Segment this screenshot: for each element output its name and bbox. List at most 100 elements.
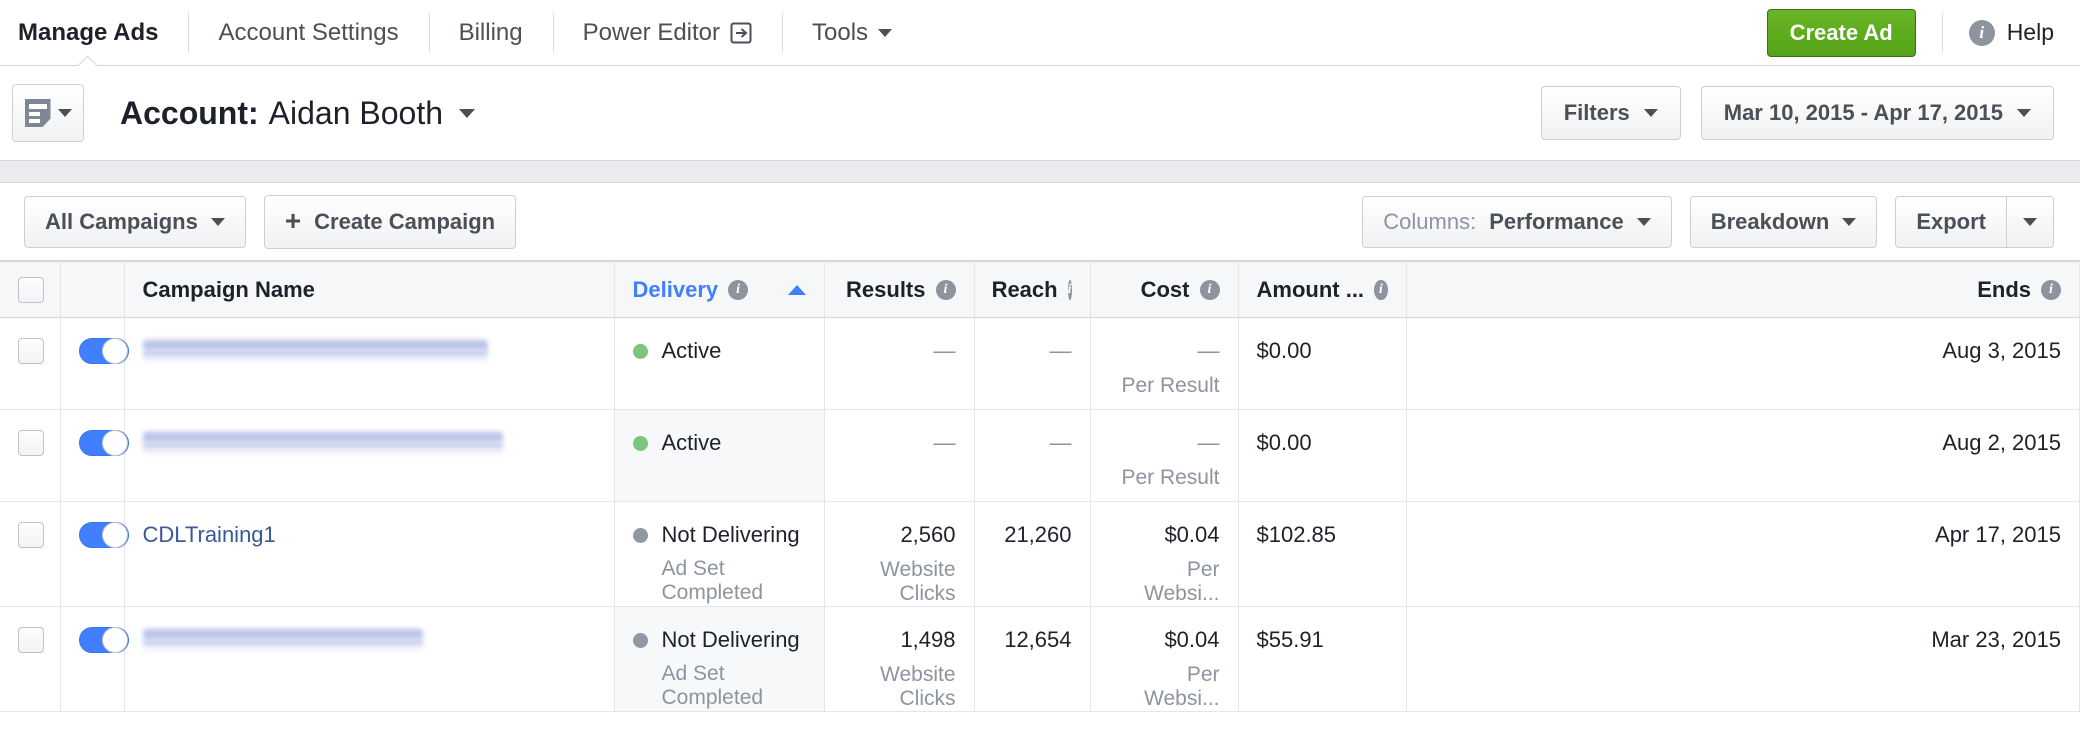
export-options-button[interactable] — [2006, 195, 2054, 248]
reach-value: — — [1049, 430, 1072, 455]
results-value: — — [933, 430, 956, 455]
account-view-switcher-button[interactable] — [12, 84, 84, 142]
reach-value: 21,260 — [1004, 522, 1072, 547]
delivery-cell: Active — [614, 317, 825, 410]
breakdown-label: Breakdown — [1710, 208, 1830, 234]
campaign-status-toggle[interactable] — [78, 522, 129, 548]
info-icon[interactable]: i — [1199, 279, 1220, 300]
info-icon[interactable]: i — [1374, 279, 1388, 300]
row-toggle-cell — [60, 409, 129, 502]
amount-spent-cell: $0.00 — [1238, 409, 1407, 502]
nav-tab-billing[interactable]: Billing — [428, 0, 553, 66]
all-campaigns-label: All Campaigns — [45, 208, 198, 234]
header-cost[interactable]: Cost i — [1090, 261, 1239, 318]
create-ad-button[interactable]: Create Ad — [1766, 8, 1916, 57]
columns-dropdown[interactable]: Columns: Performance — [1362, 195, 1672, 248]
chevron-down-icon — [2017, 109, 2031, 117]
header-delivery-label: Delivery — [632, 276, 719, 302]
campaign-toolbar-left: All Campaigns + Create Campaign — [24, 194, 517, 249]
header-delivery[interactable]: Delivery i — [614, 261, 825, 318]
nav-tab-account-settings[interactable]: Account Settings — [188, 0, 428, 66]
row-checkbox[interactable] — [18, 338, 44, 364]
section-divider — [0, 161, 2080, 183]
campaign-name-cell — [124, 409, 615, 502]
info-icon[interactable]: i — [1067, 279, 1072, 300]
table-row[interactable]: CDLTraining1 Not Delivering Ad Set Compl… — [0, 501, 2080, 607]
status-dot-icon — [632, 632, 648, 648]
header-reach[interactable]: Reach i — [974, 261, 1091, 318]
info-icon[interactable]: i — [728, 279, 749, 300]
campaign-status-toggle[interactable] — [78, 627, 129, 653]
row-checkbox[interactable] — [18, 627, 44, 653]
campaign-name-link[interactable]: CDLTraining1 — [143, 522, 276, 547]
campaigns-table-head: Campaign Name Delivery i Results i Reach… — [0, 261, 2080, 318]
nav-tab-manage-ads-label: Manage Ads — [18, 18, 159, 46]
table-header-row: Campaign Name Delivery i Results i Reach… — [0, 261, 2080, 318]
campaign-status-toggle[interactable] — [78, 430, 129, 456]
filters-button[interactable]: Filters — [1540, 86, 1681, 140]
nav-tab-tools[interactable]: Tools — [782, 0, 922, 66]
top-navigation-bar: Manage Ads Account Settings Billing Powe… — [0, 0, 2080, 66]
redacted-campaign-name — [142, 629, 423, 651]
info-icon[interactable]: i — [2041, 279, 2061, 300]
account-title[interactable]: Account: Aidan Booth — [120, 94, 476, 132]
delivery-cell: Not Delivering Ad Set Completed — [614, 501, 825, 607]
header-results[interactable]: Results i — [824, 261, 975, 318]
select-all-checkbox[interactable] — [18, 276, 44, 303]
cost-unit: Per Websi... — [1144, 663, 1220, 710]
row-select-cell — [0, 409, 61, 502]
nav-tab-billing-label: Billing — [458, 18, 523, 46]
reach-cell: 12,654 — [974, 606, 1091, 712]
cost-cell: $0.04 Per Websi... — [1090, 606, 1239, 712]
table-row[interactable]: Active — — — Per Result $0.00 Aug 2, 201… — [0, 409, 2080, 502]
campaigns-table-body: Active — — — Per Result $0.00 Aug 3, 201… — [0, 317, 2080, 712]
info-icon: i — [1968, 19, 1995, 46]
amount-spent-cell: $102.85 — [1238, 501, 1407, 607]
results-unit: Website Clicks — [880, 663, 956, 710]
status-badge: Not Delivering — [661, 522, 800, 547]
table-row[interactable]: Not Delivering Ad Set Completed 1,498 We… — [0, 606, 2080, 712]
results-value: 1,498 — [900, 627, 956, 652]
redacted-campaign-name — [142, 432, 503, 454]
row-checkbox[interactable] — [18, 430, 44, 456]
account-title-label: Account — [120, 94, 248, 131]
header-reach-label: Reach — [991, 276, 1058, 302]
status-badge: Active — [661, 430, 722, 455]
campaign-name-cell — [124, 606, 615, 712]
date-range-picker[interactable]: Mar 10, 2015 - Apr 17, 2015 — [1700, 86, 2054, 140]
cost-cell: $0.04 Per Websi... — [1090, 501, 1239, 607]
status-badge: Not Delivering — [661, 627, 800, 652]
table-row[interactable]: Active — — — Per Result $0.00 Aug 3, 201… — [0, 317, 2080, 410]
chevron-down-icon — [1636, 217, 1651, 226]
header-amount-spent-label: Amount ... — [1256, 276, 1365, 302]
breakdown-dropdown[interactable]: Breakdown — [1689, 195, 1878, 248]
amount-spent-value: $0.00 — [1256, 338, 1312, 363]
top-nav-items: Manage Ads Account Settings Billing Powe… — [0, 0, 922, 66]
header-campaign-name[interactable]: Campaign Name — [124, 261, 615, 318]
chevron-down-icon — [878, 28, 893, 37]
campaign-name-cell — [124, 317, 615, 410]
account-header-actions: Filters Mar 10, 2015 - Apr 17, 2015 — [1540, 86, 2054, 140]
delivery-substatus: Ad Set Completed — [661, 557, 764, 604]
row-checkbox[interactable] — [18, 522, 44, 548]
create-campaign-button[interactable]: + Create Campaign — [263, 194, 517, 249]
help-link[interactable]: i Help — [1968, 19, 2054, 46]
ends-value: Mar 23, 2015 — [1931, 627, 2061, 652]
top-nav-actions: Create Ad i Help — [1766, 8, 2080, 57]
export-button[interactable]: Export — [1895, 195, 2006, 248]
header-amount-spent[interactable]: Amount ... i — [1238, 261, 1407, 318]
results-cell: 2,560 Website Clicks — [824, 501, 975, 607]
campaign-status-toggle[interactable] — [78, 338, 129, 364]
status-dot-icon — [632, 435, 648, 451]
filters-label: Filters — [1563, 100, 1630, 125]
cost-unit: Per Result — [1121, 466, 1220, 489]
account-title-separator: : — [248, 94, 259, 131]
row-select-cell — [0, 317, 61, 410]
info-icon[interactable]: i — [935, 279, 956, 300]
results-unit: Website Clicks — [880, 558, 956, 605]
header-ends[interactable]: Ends i — [1406, 261, 2080, 318]
nav-tab-power-editor[interactable]: Power Editor — [552, 0, 782, 66]
columns-value-label: Performance — [1489, 208, 1624, 234]
chevron-down-icon — [2023, 217, 2037, 226]
all-campaigns-dropdown[interactable]: All Campaigns — [24, 195, 246, 248]
